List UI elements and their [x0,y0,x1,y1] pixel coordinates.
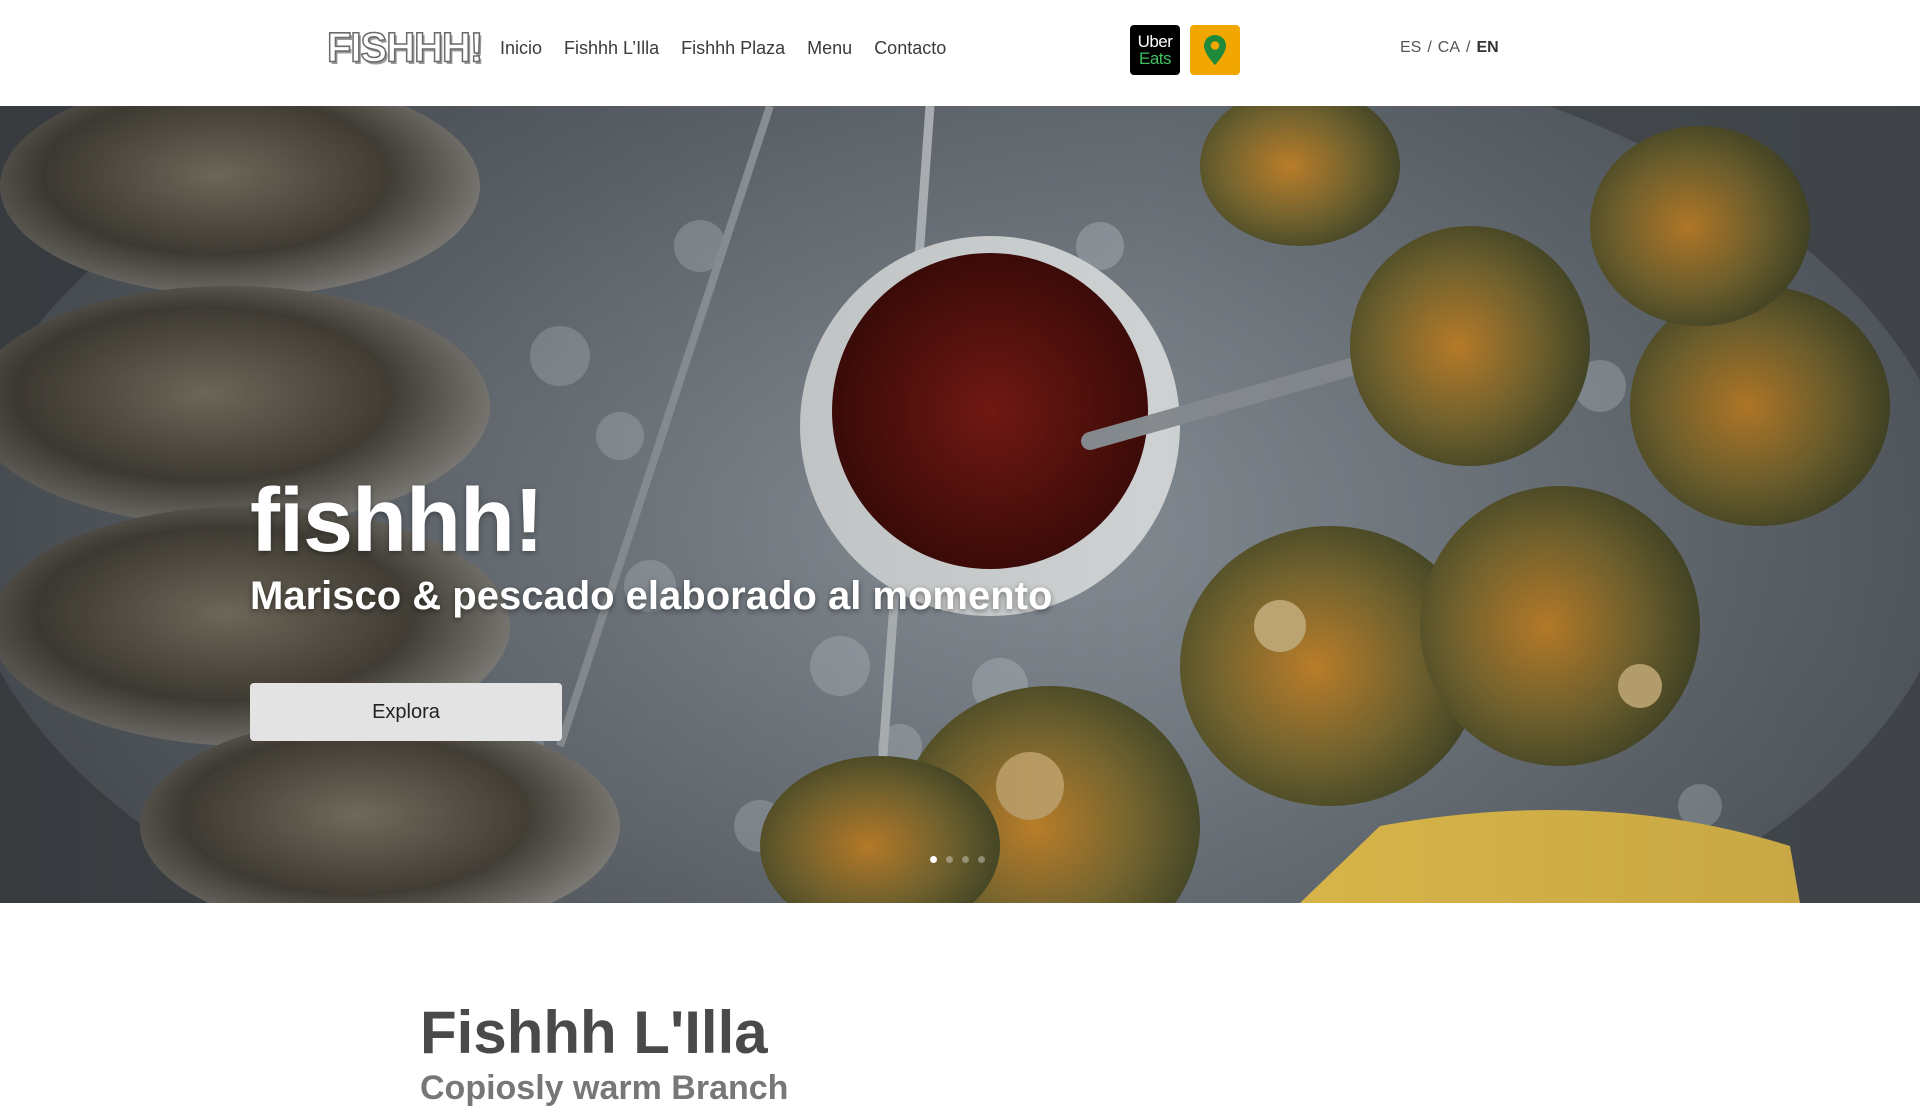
nav-item-menu[interactable]: Menu [807,36,852,60]
slider-dot-2[interactable] [946,856,953,863]
nav-item-fishhh-plaza[interactable]: Fishhh Plaza [681,36,785,60]
lang-en[interactable]: EN [1476,39,1498,57]
main-nav: Inicio Fishhh L’Illa Fishhh Plaza Menu C… [500,36,946,60]
slider-dot-3[interactable] [962,856,969,863]
lang-separator: / [1466,39,1471,56]
lang-es[interactable]: ES [1400,39,1421,57]
slider-dot-1[interactable] [930,856,937,863]
explore-button[interactable]: Explora [250,683,562,741]
language-switcher: ES / CA / EN [1400,39,1499,57]
lang-separator: / [1427,39,1432,56]
uber-eats-button[interactable]: Uber Eats [1130,25,1180,75]
nav-item-inicio[interactable]: Inicio [500,36,542,60]
section-title: Fishhh L'Illa [420,999,768,1066]
hero-slider: fishhh! Marisco & pescado elaborado al m… [0,106,1920,903]
location-button[interactable] [1190,25,1240,75]
lang-ca[interactable]: CA [1438,39,1460,57]
site-header: FISHHH! Inicio Fishhh L’Illa Fishhh Plaz… [0,0,1920,106]
hero-subtitle: Marisco & pescado elaborado al momento [250,574,1053,618]
slider-dot-4[interactable] [978,856,985,863]
site-logo[interactable]: FISHHH! [326,24,484,72]
section-subtitle: Copiosly warm Branch [420,1069,789,1107]
map-pin-icon [1204,35,1226,65]
nav-item-fishhh-lilla[interactable]: Fishhh L’Illa [564,36,659,60]
nav-item-contacto[interactable]: Contacto [874,36,946,60]
hero-title: fishhh! [250,471,544,571]
uber-eats-label-line1: Uber [1137,32,1173,51]
slider-dots [930,856,985,863]
uber-eats-label-line2: Eats [1138,49,1172,68]
